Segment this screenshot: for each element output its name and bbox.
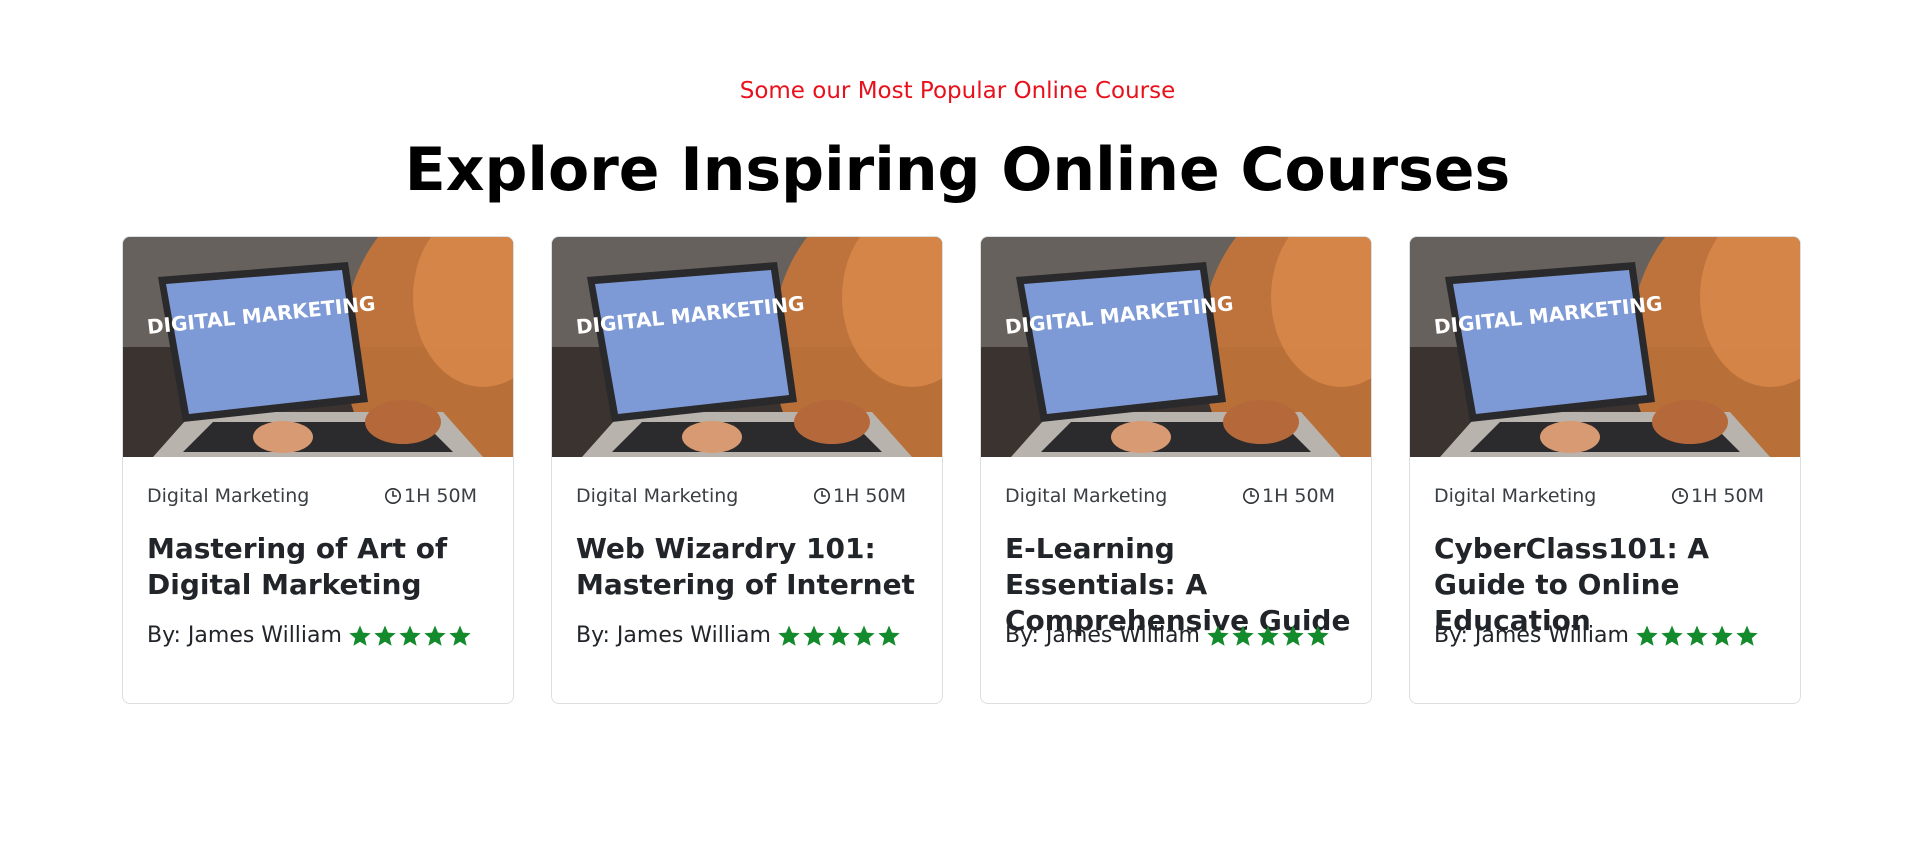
course-thumbnail[interactable]: DIGITAL MARKETING <box>123 237 513 457</box>
star-icon <box>349 625 371 646</box>
clock-icon <box>814 488 830 504</box>
star-icon <box>853 625 875 646</box>
course-card-list: DIGITAL MARKETING Digital Marketing 1H 5… <box>122 236 1805 704</box>
course-rating <box>348 624 472 648</box>
course-duration: 1H 50M <box>1242 485 1335 507</box>
star-icon <box>1686 625 1708 646</box>
clock-icon <box>385 488 401 504</box>
star-icon <box>1661 625 1683 646</box>
course-thumbnail-image: DIGITAL MARKETING <box>552 237 942 457</box>
course-rating <box>1635 624 1759 648</box>
section-eyebrow: Some our Most Popular Online Course <box>739 78 1176 104</box>
course-duration: 1H 50M <box>813 485 906 507</box>
course-rating <box>1206 624 1330 648</box>
course-title[interactable]: Web Wizardry 101: Mastering of Internet <box>576 531 922 603</box>
course-duration: 1H 50M <box>384 485 477 507</box>
popular-courses-section: Some our Most Popular Online Course Expl… <box>0 0 1915 852</box>
star-icon <box>424 625 446 646</box>
star-icon <box>1207 625 1229 646</box>
course-byline: By: James William <box>147 623 503 648</box>
course-thumbnail-image: DIGITAL MARKETING <box>1410 237 1800 457</box>
star-icon <box>1307 625 1329 646</box>
star-icon <box>374 625 396 646</box>
course-category: Digital Marketing <box>1005 485 1168 507</box>
clock-icon <box>1243 488 1259 504</box>
course-duration-text: 1H 50M <box>1262 485 1335 507</box>
course-byline: By: James William <box>576 623 932 648</box>
section-heading: Explore Inspiring Online Courses <box>404 135 1511 205</box>
course-thumbnail-image: DIGITAL MARKETING <box>981 237 1371 457</box>
course-duration-text: 1H 50M <box>404 485 477 507</box>
course-rating <box>777 624 901 648</box>
course-author: By: James William <box>147 623 342 648</box>
course-duration: 1H 50M <box>1671 485 1764 507</box>
course-thumbnail[interactable]: DIGITAL MARKETING <box>981 237 1371 457</box>
course-duration-text: 1H 50M <box>1691 485 1764 507</box>
course-category: Digital Marketing <box>147 485 310 507</box>
course-card[interactable]: DIGITAL MARKETING Digital Marketing 1H 5… <box>980 236 1372 704</box>
star-icon <box>1257 625 1279 646</box>
star-icon <box>828 625 850 646</box>
course-byline: By: James William <box>1434 623 1790 648</box>
star-icon <box>1736 625 1758 646</box>
star-icon <box>399 625 421 646</box>
course-category: Digital Marketing <box>1434 485 1597 507</box>
course-meta: Digital Marketing 1H 50M <box>147 484 477 508</box>
course-category: Digital Marketing <box>576 485 739 507</box>
star-icon <box>1282 625 1304 646</box>
star-icon <box>449 625 471 646</box>
course-byline: By: James William <box>1005 623 1361 648</box>
course-title[interactable]: Mastering of Art of Digital Marketing <box>147 531 493 603</box>
course-author: By: James William <box>1005 623 1200 648</box>
clock-icon <box>1672 488 1688 504</box>
star-icon <box>778 625 800 646</box>
course-thumbnail[interactable]: DIGITAL MARKETING <box>1410 237 1800 457</box>
course-card[interactable]: DIGITAL MARKETING Digital Marketing 1H 5… <box>1409 236 1801 704</box>
course-author: By: James William <box>1434 623 1629 648</box>
star-icon <box>878 625 900 646</box>
course-meta: Digital Marketing 1H 50M <box>576 484 906 508</box>
course-meta: Digital Marketing 1H 50M <box>1434 484 1764 508</box>
course-author: By: James William <box>576 623 771 648</box>
star-icon <box>1711 625 1733 646</box>
course-thumbnail[interactable]: DIGITAL MARKETING <box>552 237 942 457</box>
star-icon <box>1232 625 1254 646</box>
star-icon <box>1636 625 1658 646</box>
star-icon <box>803 625 825 646</box>
course-meta: Digital Marketing 1H 50M <box>1005 484 1335 508</box>
course-duration-text: 1H 50M <box>833 485 906 507</box>
course-card[interactable]: DIGITAL MARKETING Digital Marketing 1H 5… <box>122 236 514 704</box>
course-card[interactable]: DIGITAL MARKETING Digital Marketing 1H 5… <box>551 236 943 704</box>
course-thumbnail-image: DIGITAL MARKETING <box>123 237 513 457</box>
